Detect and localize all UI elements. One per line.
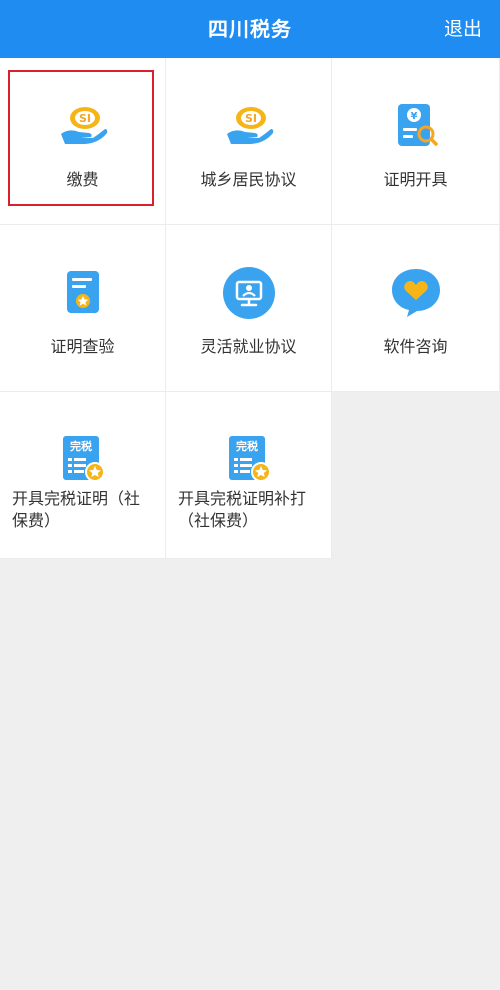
- page-title: 四川税务: [208, 17, 292, 41]
- certificate-star-icon: [55, 265, 111, 321]
- heart-chat-icon: [388, 265, 444, 321]
- tile-certificate-issue[interactable]: ¥ 证明开具: [332, 58, 500, 225]
- svg-text:¥: ¥: [410, 111, 417, 122]
- tax-paid-certificate-icon: 完税: [55, 432, 111, 488]
- social-insurance-hand-icon: SI: [55, 98, 111, 154]
- svg-text:SI: SI: [244, 112, 256, 125]
- svg-text:SI: SI: [78, 112, 90, 125]
- tile-label: 开具完税证明（社保费）: [12, 489, 141, 530]
- tile-software-consulting[interactable]: 软件咨询: [332, 225, 500, 392]
- tile-label: 灵活就业协议: [200, 337, 297, 356]
- tile-label: 软件咨询: [383, 337, 448, 356]
- tile-label: 开具完税证明补打（社保费）: [178, 489, 307, 530]
- tax-paid-certificate-icon: 完税: [221, 432, 277, 488]
- tile-tax-paid-certificate[interactable]: 完税 开具完税证明（社保费）: [0, 392, 166, 559]
- tile-certificate-verify[interactable]: 证明查验: [0, 225, 166, 392]
- top-bar: 四川税务 退出: [0, 0, 500, 58]
- service-grid: SI 缴费 SI 城乡居民协议 ¥ 证明开具 证明查验 灵活就业协议 软件咨询 …: [0, 58, 500, 559]
- monitor-person-icon: [221, 265, 277, 321]
- certificate-search-icon: ¥: [388, 98, 444, 154]
- logout-button[interactable]: 退出: [444, 0, 482, 58]
- tile-payment[interactable]: SI 缴费: [0, 58, 166, 225]
- tile-label: 缴费: [66, 170, 99, 189]
- tile-tax-paid-certificate-reprint[interactable]: 完税 开具完税证明补打（社保费）: [166, 392, 332, 559]
- tile-urban-rural-agreement[interactable]: SI 城乡居民协议: [166, 58, 332, 225]
- tile-flexible-employment-agreement[interactable]: 灵活就业协议: [166, 225, 332, 392]
- tile-label: 证明开具: [383, 170, 448, 189]
- social-insurance-hand-icon: SI: [221, 98, 277, 154]
- tax-paid-badge-text: 完税: [70, 439, 92, 453]
- tile-label: 城乡居民协议: [200, 170, 297, 189]
- tax-paid-badge-text: 完税: [236, 439, 258, 453]
- tile-label: 证明查验: [50, 337, 115, 356]
